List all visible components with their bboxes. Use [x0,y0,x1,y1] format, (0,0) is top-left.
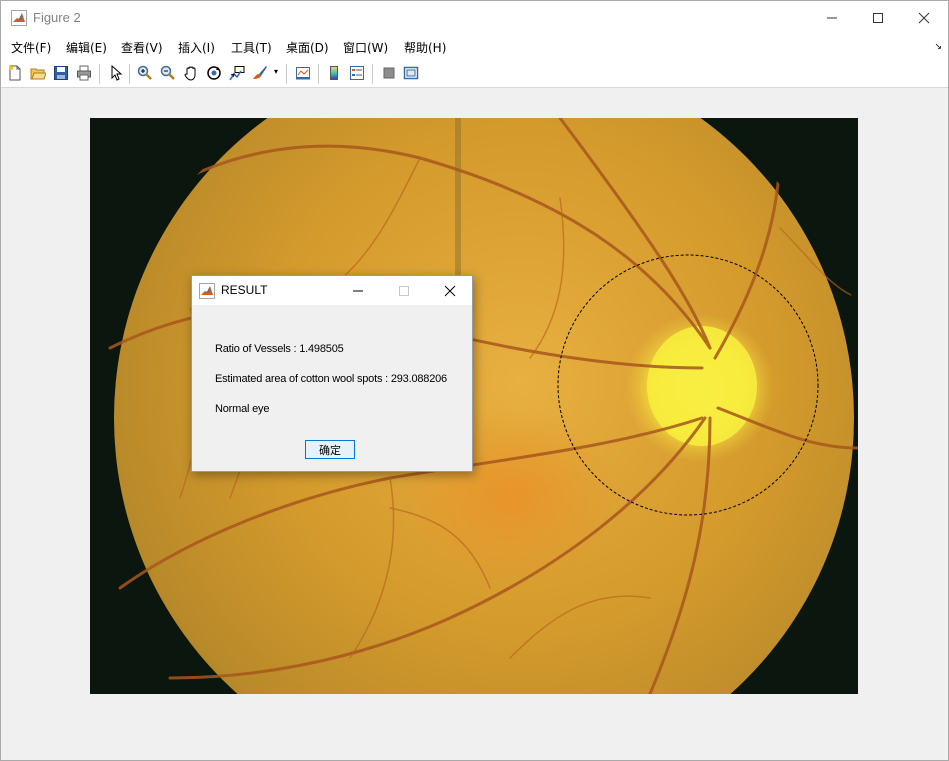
dialog-minimize-button[interactable] [336,276,380,305]
close-icon [444,285,456,296]
toolbar-separator [286,64,287,84]
figure-toolbar: ▾ [1,59,948,88]
hide-plot-tools-icon[interactable] [380,64,398,82]
print-icon[interactable] [75,64,93,82]
pan-icon[interactable] [182,64,200,82]
matlab-logo-icon [11,10,27,26]
minimize-icon [827,17,837,19]
title-bar[interactable]: Figure 2 [1,1,948,35]
menu-view[interactable]: 查看(V) [121,39,163,56]
minimize-icon [353,290,363,291]
diagnosis-text: Normal eye [215,403,270,415]
maximize-button[interactable] [855,1,901,35]
dialog-maximize-button [382,276,426,305]
menu-help[interactable]: 帮助(H) [404,39,446,56]
dialog-close-button[interactable] [428,276,472,305]
menu-file[interactable]: 文件(F) [11,39,51,56]
maximize-icon [399,285,409,296]
brush-dropdown-arrow-icon[interactable]: ▾ [274,67,278,76]
close-icon [918,12,930,24]
dialog-title: RESULT [221,283,268,297]
save-icon[interactable] [52,64,70,82]
zoom-out-icon[interactable] [159,64,177,82]
pointer-icon[interactable] [107,64,125,82]
zoom-in-icon[interactable] [136,64,154,82]
colorbar-icon[interactable] [325,64,343,82]
menu-edit[interactable]: 编辑(E) [66,39,107,56]
result-dialog: RESULT Ratio of Vessels : 1.498505 Estim… [191,275,473,472]
link-plot-icon[interactable] [294,64,312,82]
menu-window[interactable]: 窗口(W) [343,39,388,56]
matlab-logo-icon [199,283,215,299]
toolbar-separator [99,64,100,84]
toolbar-separator [372,64,373,84]
brush-icon[interactable] [251,64,269,82]
figure-window: Figure 2 文件(F) 编辑(E) 查看(V) 插入(I) 工具(T) 桌… [0,0,949,761]
toolbar-separator [129,64,130,84]
window-title: Figure 2 [33,10,81,25]
close-button[interactable] [901,1,947,35]
rotate-3d-icon[interactable] [205,64,223,82]
dock-arrow-icon[interactable]: ↘ [934,41,942,52]
minimize-button[interactable] [809,1,855,35]
dialog-title-bar[interactable]: RESULT [192,276,472,305]
ok-button[interactable]: 确定 [305,440,355,459]
vessel-ratio-text: Ratio of Vessels : 1.498505 [215,343,344,355]
show-plot-tools-icon[interactable] [402,64,420,82]
legend-icon[interactable] [348,64,366,82]
data-cursor-icon[interactable] [228,64,246,82]
new-figure-icon[interactable] [6,64,24,82]
menu-desktop[interactable]: 桌面(D) [286,39,329,56]
toolbar-separator [318,64,319,84]
menu-insert[interactable]: 插入(I) [178,39,215,56]
open-file-icon[interactable] [29,64,47,82]
maximize-icon [873,13,883,23]
cotton-wool-area-text: Estimated area of cotton wool spots : 29… [215,373,447,385]
menu-tools[interactable]: 工具(T) [231,39,272,56]
menu-bar: 文件(F) 编辑(E) 查看(V) 插入(I) 工具(T) 桌面(D) 窗口(W… [1,35,948,59]
